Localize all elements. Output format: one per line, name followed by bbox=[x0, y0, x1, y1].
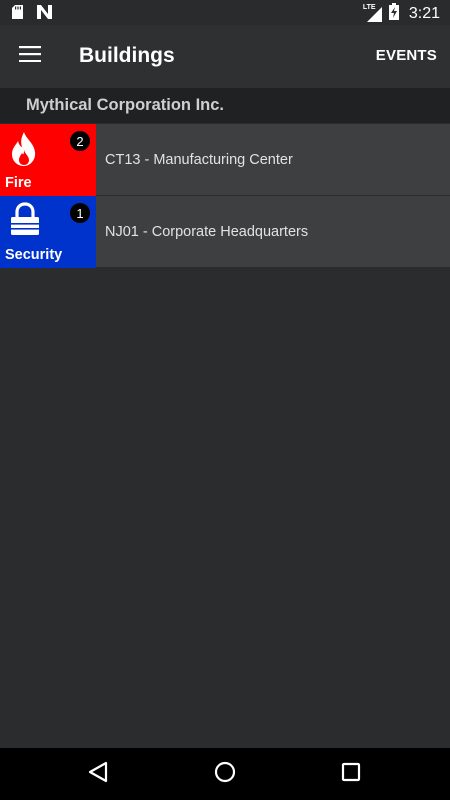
security-alarm-tile[interactable]: 1 Security bbox=[0, 196, 96, 268]
organization-header: Mythical Corporation Inc. bbox=[0, 88, 450, 123]
home-icon bbox=[214, 761, 236, 788]
back-button[interactable] bbox=[84, 760, 112, 788]
building-row-ct13[interactable]: 2 Fire CT13 - Manufacturing Center bbox=[0, 124, 450, 196]
system-nav-bar bbox=[0, 748, 450, 800]
building-row-nj01[interactable]: 1 Security NJ01 - Corporate Headquarters bbox=[0, 196, 450, 268]
menu-button[interactable] bbox=[10, 36, 50, 76]
recents-icon bbox=[341, 762, 361, 787]
alarm-count-badge: 2 bbox=[70, 131, 90, 151]
status-bar: LTE 3:21 bbox=[0, 0, 450, 25]
building-name: NJ01 - Corporate Headquarters bbox=[105, 224, 309, 240]
back-icon bbox=[88, 761, 108, 788]
alarm-type-label: Fire bbox=[5, 175, 32, 191]
hamburger-menu-icon bbox=[19, 45, 41, 67]
app-bar: Buildings EVENTS bbox=[0, 25, 450, 88]
fire-alarm-tile[interactable]: 2 Fire bbox=[0, 124, 96, 196]
building-name: CT13 - Manufacturing Center bbox=[105, 152, 293, 168]
building-list: 2 Fire CT13 - Manufacturing Center 1 Sec… bbox=[0, 124, 450, 268]
status-bar-right: LTE 3:21 bbox=[363, 3, 440, 25]
organization-name: Mythical Corporation Inc. bbox=[26, 96, 225, 114]
recents-button[interactable] bbox=[337, 760, 365, 788]
alarm-type-label: Security bbox=[5, 247, 63, 263]
lock-icon bbox=[10, 202, 40, 241]
status-time: 3:21 bbox=[408, 5, 440, 22]
home-button[interactable] bbox=[211, 760, 239, 788]
page-title: Buildings bbox=[79, 44, 175, 67]
notification-n-icon bbox=[37, 5, 52, 24]
fire-icon bbox=[8, 131, 40, 172]
status-bar-left bbox=[12, 5, 52, 24]
sd-card-icon bbox=[12, 5, 23, 24]
battery-charging-icon bbox=[388, 3, 399, 25]
events-button[interactable]: EVENTS bbox=[376, 47, 437, 64]
alarm-count-badge: 1 bbox=[70, 203, 90, 223]
signal-icon: LTE bbox=[363, 4, 383, 23]
